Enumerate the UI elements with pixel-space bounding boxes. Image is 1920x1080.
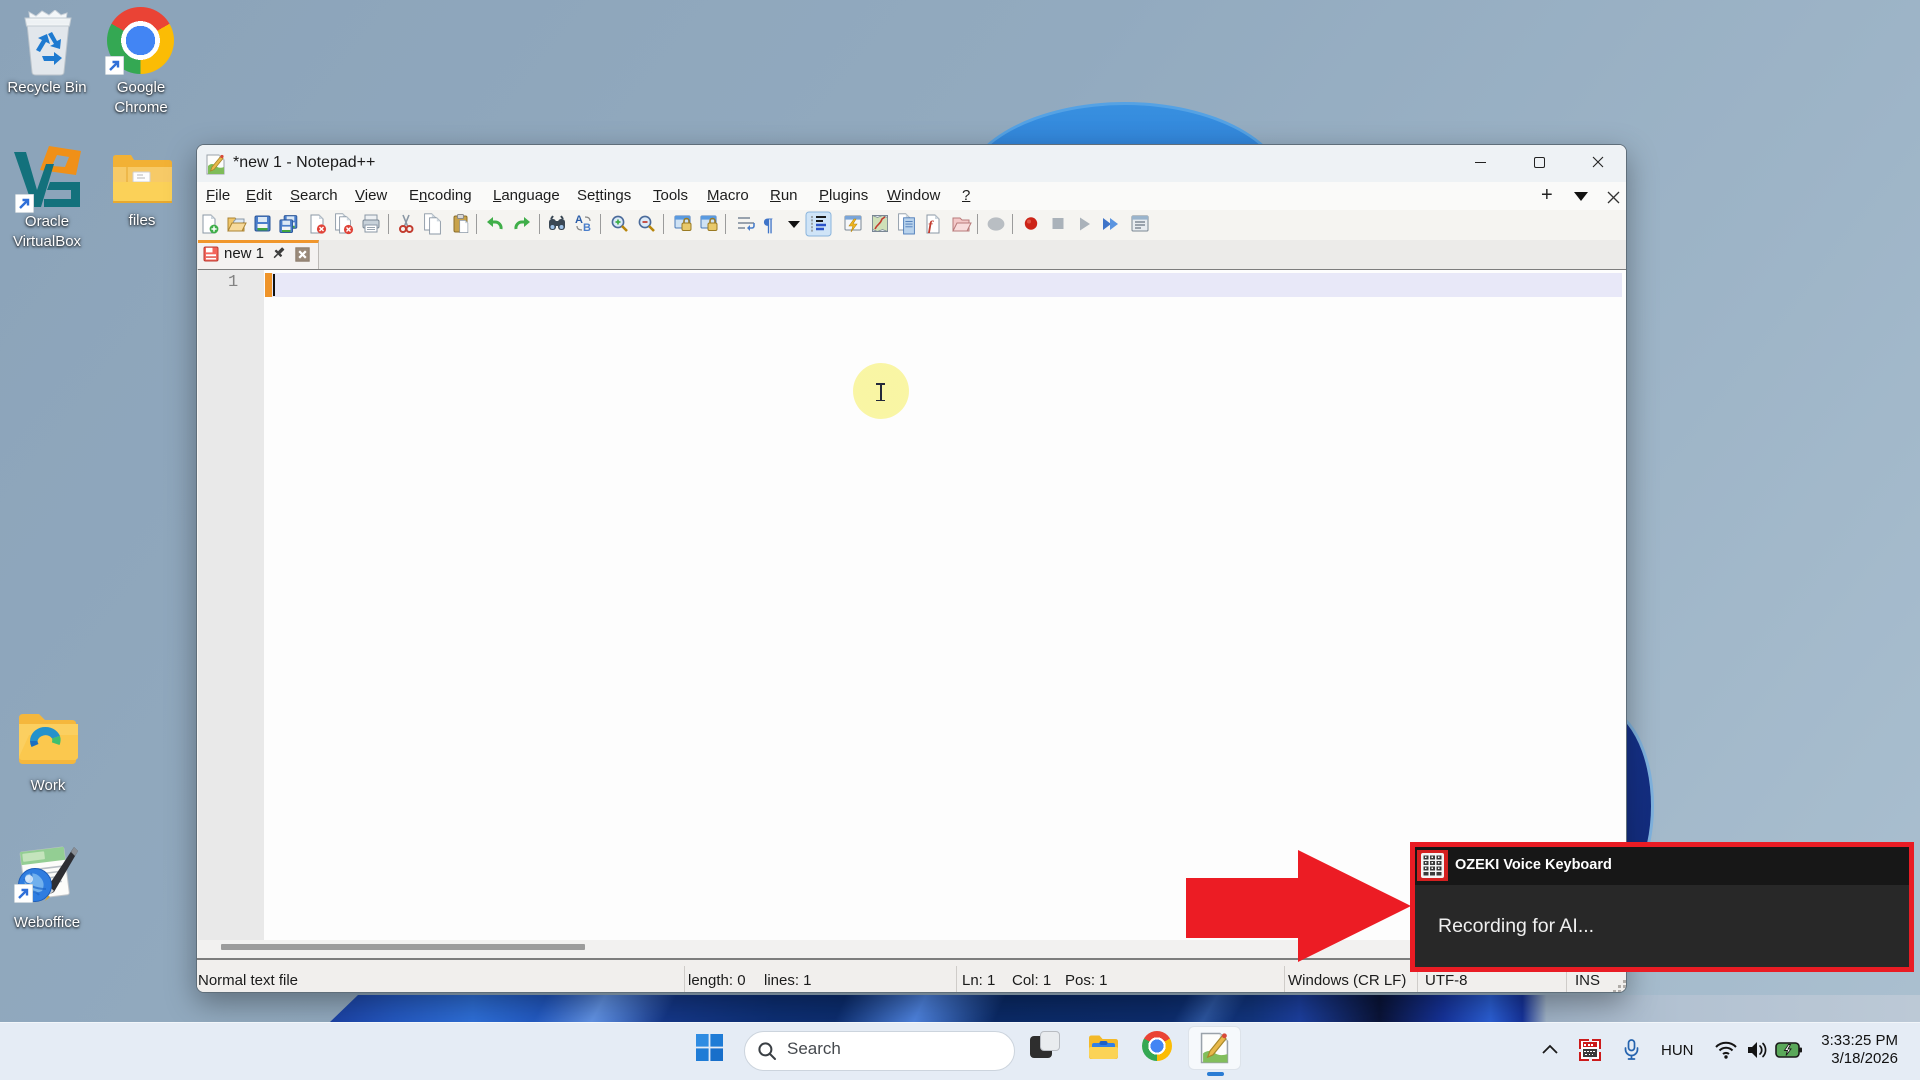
svg-text:B: B	[583, 222, 591, 234]
svg-text:¶: ¶	[763, 215, 773, 236]
svg-text:A: A	[575, 214, 583, 226]
